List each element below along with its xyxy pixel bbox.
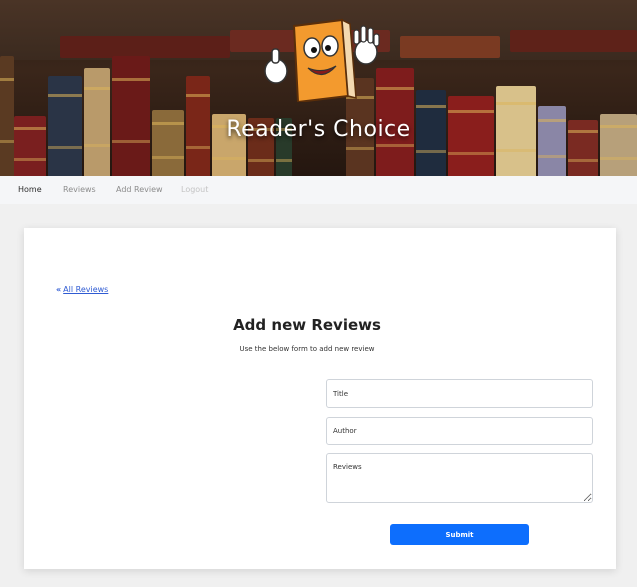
nav-logout[interactable]: Logout bbox=[181, 185, 208, 194]
page-subtitle: Use the below form to add new review bbox=[239, 345, 375, 353]
book-spine bbox=[112, 56, 150, 176]
submit-button[interactable]: Submit bbox=[390, 524, 529, 545]
all-reviews-label: All Reviews bbox=[63, 285, 109, 294]
top-navbar: Home Reviews Add Review Logout bbox=[0, 176, 637, 204]
author-input[interactable] bbox=[326, 417, 593, 445]
double-chevron-left-icon: « bbox=[56, 285, 62, 294]
book-spine bbox=[0, 56, 14, 176]
page-title: Add new Reviews bbox=[233, 316, 381, 334]
nav-add-review[interactable]: Add Review bbox=[116, 185, 163, 194]
reviews-textarea[interactable] bbox=[326, 453, 593, 503]
title-input[interactable] bbox=[326, 379, 593, 408]
horizontal-book bbox=[400, 36, 500, 58]
book-mascot-icon bbox=[264, 18, 380, 102]
nav-home[interactable]: Home bbox=[18, 185, 42, 194]
add-review-card: «All Reviews Add new Reviews Use the bel… bbox=[24, 228, 616, 569]
horizontal-book bbox=[60, 36, 230, 58]
thumbs-up-icon bbox=[264, 48, 288, 84]
waving-hand-icon bbox=[353, 25, 380, 65]
horizontal-book bbox=[510, 30, 637, 52]
nav-reviews[interactable]: Reviews bbox=[63, 185, 96, 194]
hero-banner: Reader's Choice bbox=[0, 0, 637, 176]
all-reviews-link[interactable]: «All Reviews bbox=[56, 285, 108, 294]
site-title: Reader's Choice bbox=[226, 117, 411, 142]
